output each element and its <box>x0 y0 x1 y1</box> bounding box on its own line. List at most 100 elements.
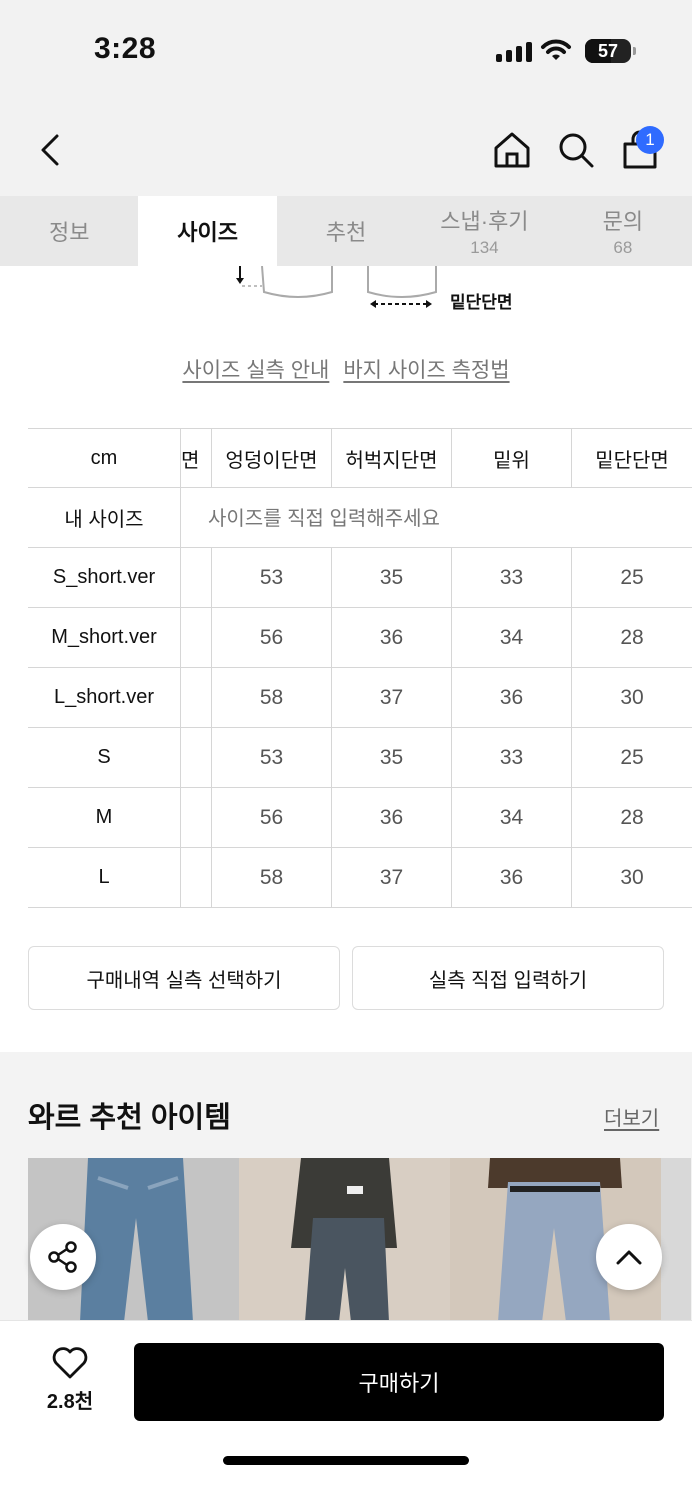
table-row: L 58 37 36 30 <box>28 848 692 908</box>
size-name: S <box>28 728 181 787</box>
table-cell: 36 <box>332 788 452 847</box>
size-name: S_short.ver <box>28 548 181 607</box>
table-cell: 30 <box>620 685 644 709</box>
more-link[interactable]: 더보기 <box>604 1102 659 1131</box>
cut-off-cell <box>181 788 212 847</box>
cart-count-badge: 1 <box>636 126 664 154</box>
my-size-input[interactable]: 사이즈를 직접 입력해주세요 <box>208 502 440 531</box>
unit-label: cm <box>28 429 181 488</box>
chevron-up-icon <box>616 1250 642 1265</box>
wifi-icon <box>540 38 572 67</box>
table-row: L_short.ver 58 37 36 30 <box>28 668 692 728</box>
column-header: 허벅지단면 <box>332 429 452 488</box>
table-cell: 30 <box>620 865 644 889</box>
table-cell: 28 <box>620 805 644 829</box>
bottom-purchase-bar: 2.8천 구매하기 <box>0 1320 692 1500</box>
tab-recommend[interactable]: 추천 <box>277 196 415 266</box>
hem-width-label: 밑단단면 <box>450 293 513 312</box>
cut-off-cell <box>181 728 212 787</box>
my-size-row: 내 사이즈 사이즈를 직접 입력해주세요 <box>28 488 692 548</box>
tab-label: 스냅·후기 <box>440 209 529 234</box>
table-cell: 36 <box>452 848 572 907</box>
tab-inquiry[interactable]: 문의 68 <box>554 196 692 266</box>
product-card[interactable] <box>239 1158 450 1322</box>
home-indicator <box>223 1456 469 1465</box>
actual-size-guide-link[interactable]: 사이즈 실측 안내 <box>182 354 329 384</box>
tab-label: 추천 <box>325 220 367 245</box>
cut-off-cell <box>181 668 212 727</box>
tab-bar: 정보 사이즈 추천 스냅·후기 134 문의 68 <box>0 196 692 266</box>
table-cell: 37 <box>332 668 452 727</box>
buy-button[interactable]: 구매하기 <box>134 1343 664 1421</box>
top-nav <box>0 100 692 196</box>
product-card-partial[interactable] <box>661 1158 691 1322</box>
table-cell: 34 <box>452 608 572 667</box>
recommendation-carousel <box>28 1158 692 1322</box>
table-cell: 35 <box>332 548 452 607</box>
table-cell: 25 <box>620 745 644 769</box>
table-row: M_short.ver 56 36 34 28 <box>28 608 692 668</box>
column-header: 밑단단면 <box>595 450 669 472</box>
table-cell: 53 <box>212 548 332 607</box>
tab-count: 68 <box>613 238 633 257</box>
direct-input-size-button[interactable]: 실측 직접 입력하기 <box>352 946 664 1010</box>
table-row: S 53 35 33 25 <box>28 728 692 788</box>
table-cell: 33 <box>452 548 572 607</box>
search-icon <box>559 133 594 168</box>
table-cell: 35 <box>332 728 452 787</box>
table-cell: 58 <box>212 848 332 907</box>
size-name: L_short.ver <box>28 668 181 727</box>
table-cell: 28 <box>620 625 644 649</box>
scroll-to-top-button[interactable] <box>596 1224 662 1290</box>
table-cell: 58 <box>212 668 332 727</box>
search-button[interactable] <box>554 128 598 172</box>
table-cell: 34 <box>452 788 572 847</box>
my-size-label: 내 사이즈 <box>28 488 181 547</box>
cut-off-cell <box>181 608 212 667</box>
status-time: 3:28 <box>94 32 157 65</box>
tab-label: 문의 <box>602 209 644 234</box>
column-header: 엉덩이단면 <box>212 429 332 488</box>
home-button[interactable] <box>490 128 534 172</box>
back-button[interactable] <box>28 128 72 172</box>
product-image <box>239 1158 450 1322</box>
tab-size[interactable]: 사이즈 <box>138 196 277 266</box>
table-cell: 53 <box>212 728 332 787</box>
cut-off-column-header: 면 <box>181 429 212 488</box>
table-cell: 36 <box>332 608 452 667</box>
size-table: cm 면 엉덩이단면 허벅지단면 밑위 밑단단면 내 사이즈 사이즈를 직접 입… <box>28 428 692 908</box>
like-button[interactable]: 2.8천 <box>34 1347 106 1414</box>
battery-icon: 57 <box>585 39 636 63</box>
table-cell: 36 <box>452 668 572 727</box>
chevron-left-icon <box>41 134 59 166</box>
table-cell: 56 <box>212 788 332 847</box>
home-icon <box>494 132 530 168</box>
size-name: M_short.ver <box>28 608 181 667</box>
tab-label: 정보 <box>48 220 90 245</box>
measurement-diagram: 밑단단면 <box>0 265 692 326</box>
pants-diagram-icon <box>236 265 437 308</box>
table-row: M 56 36 34 28 <box>28 788 692 848</box>
table-cell: 25 <box>620 565 644 589</box>
section-title: 와르 추천 아이템 <box>28 1102 231 1134</box>
cut-header-text: 면 <box>181 450 200 472</box>
tab-label: 사이즈 <box>177 220 238 245</box>
pants-measure-guide-link[interactable]: 바지 사이즈 측정법 <box>343 354 509 384</box>
share-button[interactable] <box>30 1224 96 1290</box>
share-icon <box>48 1241 77 1273</box>
size-guide-links: 사이즈 실측 안내 바지 사이즈 측정법 <box>0 354 692 384</box>
cut-off-cell <box>181 848 212 907</box>
purchase-history-size-button[interactable]: 구매내역 실측 선택하기 <box>28 946 340 1010</box>
tab-reviews[interactable]: 스냅·후기 134 <box>415 196 553 266</box>
like-count: 2.8천 <box>46 1391 94 1413</box>
tab-info[interactable]: 정보 <box>0 196 138 266</box>
heart-icon <box>52 1347 88 1379</box>
table-cell: 37 <box>332 848 452 907</box>
table-row: S_short.ver 53 35 33 25 <box>28 548 692 608</box>
table-header-row: cm 면 엉덩이단면 허벅지단면 밑위 밑단단면 <box>28 428 692 488</box>
table-cell: 33 <box>452 728 572 787</box>
cut-off-cell <box>181 548 212 607</box>
column-header: 밑위 <box>452 429 572 488</box>
tab-count: 134 <box>470 238 499 257</box>
size-name: L <box>28 848 181 907</box>
